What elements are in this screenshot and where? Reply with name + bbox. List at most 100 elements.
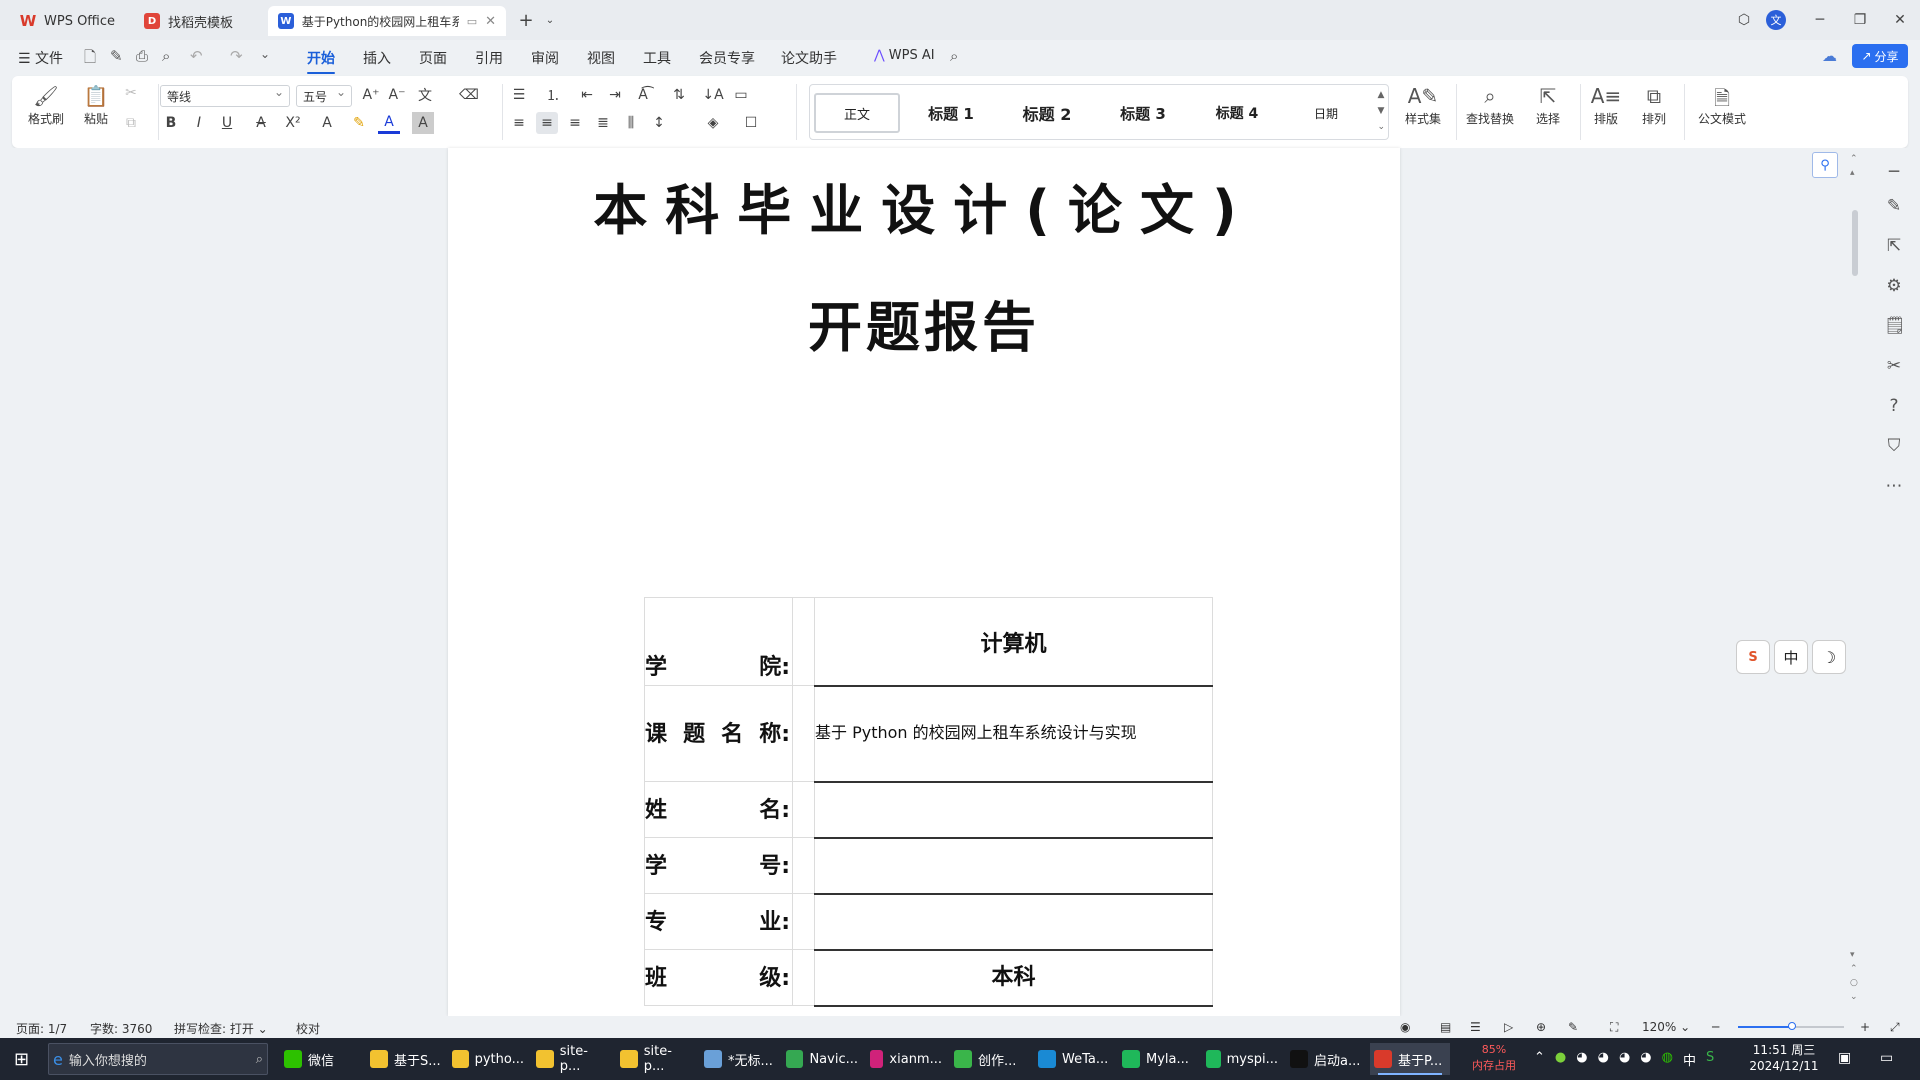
shrink-font-icon[interactable]: A⁻ — [386, 84, 408, 106]
minimize-icon[interactable]: ─ — [1808, 8, 1832, 32]
tray-chevron-icon[interactable]: ⌃ — [1534, 1050, 1545, 1069]
value-major[interactable] — [814, 893, 1213, 951]
font-size-select[interactable]: 五号 — [296, 85, 352, 107]
search-icon[interactable]: ⌕ — [950, 47, 958, 65]
account-avatar[interactable]: 文 — [1766, 10, 1786, 30]
menu-membership[interactable]: 会员专享 — [699, 48, 755, 68]
shirt-icon[interactable]: ⛉ — [1884, 436, 1904, 456]
tools-icon[interactable]: ✂ — [1884, 356, 1904, 376]
spell-check-status[interactable]: 拼写检查: 打开 ⌄ — [174, 1020, 268, 1037]
superscript-icon[interactable]: X² — [282, 112, 304, 134]
start-button[interactable]: ⊞ — [10, 1043, 33, 1075]
select-button[interactable]: ⇱ 选择 — [1526, 84, 1570, 127]
tray-ime-label[interactable]: 中 — [1683, 1050, 1696, 1069]
pen-view-icon[interactable]: ✎ — [1568, 1020, 1578, 1034]
redo-icon[interactable]: ↷ — [230, 47, 243, 65]
fit-page-icon[interactable]: ⛶ — [1610, 1020, 1618, 1035]
file-menu[interactable]: ☰ 文件 — [18, 48, 63, 68]
restore-icon[interactable]: ❐ — [1848, 8, 1872, 32]
cube-icon[interactable]: ⬡ — [1732, 8, 1756, 32]
tray-qq-icon-2[interactable]: ◕ — [1598, 1050, 1609, 1069]
value-name[interactable] — [814, 781, 1213, 839]
style-heading-3[interactable]: 标题 3 — [1098, 93, 1188, 133]
taskbar-app-folder-3[interactable]: site-p... — [532, 1043, 612, 1075]
italic-icon[interactable]: I — [188, 112, 210, 134]
tray-qq-icon-4[interactable]: ◕ — [1640, 1050, 1651, 1069]
menu-view[interactable]: 视图 — [587, 48, 615, 68]
new-tab-button[interactable]: + — [514, 8, 538, 32]
font-color-icon[interactable]: A — [378, 112, 400, 134]
style-heading-1[interactable]: 标题 1 — [906, 93, 996, 133]
pen-icon[interactable]: ✎ — [1884, 196, 1904, 216]
cursor-select-icon[interactable]: ⇱ — [1884, 236, 1904, 256]
style-date[interactable]: 日期 — [1286, 93, 1366, 133]
paste-button[interactable]: 📋 粘贴 — [76, 84, 116, 127]
show-marks-icon[interactable]: ▭ — [730, 84, 752, 106]
cloud-sync-icon[interactable]: ☁ — [1822, 47, 1837, 65]
tray-qq-icon-3[interactable]: ◕ — [1619, 1050, 1630, 1069]
vertical-scrollbar-thumb[interactable] — [1852, 210, 1858, 276]
proofread-button[interactable]: 校对 — [296, 1020, 320, 1037]
text-direction-icon[interactable]: A͡ — [632, 84, 654, 106]
phonetic-icon[interactable]: 文 — [414, 84, 436, 106]
strikethrough-icon[interactable]: A — [250, 112, 272, 134]
menu-review[interactable]: 审阅 — [531, 48, 559, 68]
tray-wechat-icon[interactable]: ◍ — [1662, 1050, 1673, 1069]
more-icon[interactable]: ⋯ — [1884, 476, 1904, 496]
page-count[interactable]: 页面: 1/7 — [16, 1020, 67, 1037]
adjust-icon[interactable]: ⚙ — [1884, 276, 1904, 296]
taskbar-app-idea[interactable]: xianm... — [866, 1043, 946, 1075]
menu-references[interactable]: 引用 — [475, 48, 503, 68]
close-window-icon[interactable]: ✕ — [1888, 8, 1912, 32]
style-heading-4[interactable]: 标题 4 — [1192, 93, 1282, 133]
taskbar-app-navicat[interactable]: Navic... — [782, 1043, 862, 1075]
menu-insert[interactable]: 插入 — [363, 48, 391, 68]
ime-chinese-toggle[interactable]: 中 — [1774, 640, 1808, 674]
open-icon[interactable]: ✎ — [110, 47, 123, 65]
info-table[interactable]: 学院: 计算机 课题名称: 基于 Python 的校园网上租车系统设计与实现 姓… — [644, 597, 1213, 1007]
menu-page[interactable]: 页面 — [419, 48, 447, 68]
action-center-icon[interactable]: ▣ — [1838, 1050, 1851, 1066]
value-college[interactable]: 计算机 — [814, 597, 1213, 687]
shading-icon[interactable]: ◈ — [702, 112, 724, 134]
share-button[interactable]: ↗ 分享 — [1852, 44, 1908, 68]
clock[interactable]: 11:51 周三 2024/12/11 — [1744, 1042, 1824, 1074]
bullet-list-icon[interactable]: ☰ — [508, 84, 530, 106]
outline-view-icon[interactable]: ☰ — [1470, 1020, 1481, 1034]
taskbar-app-folder-2[interactable]: pytho... — [448, 1043, 528, 1075]
page-view-icon[interactable]: ▤ — [1440, 1020, 1451, 1034]
zoom-slider-handle[interactable] — [1788, 1022, 1796, 1030]
tab-current-document[interactable]: W 基于Python的校园网上租车系 ▭ ✕ — [268, 6, 506, 36]
word-count[interactable]: 字数: 3760 — [90, 1020, 152, 1037]
zoom-in-icon[interactable]: + — [1860, 1020, 1870, 1034]
chevron-down-icon[interactable]: ⌄ — [538, 8, 562, 32]
undo-icon[interactable]: ↶ — [190, 47, 203, 65]
increase-indent-icon[interactable]: ⇥ — [604, 84, 626, 106]
distributed-icon[interactable]: ⫼ — [620, 112, 642, 134]
text-effect-icon[interactable]: A — [316, 112, 338, 134]
tab-docer-templates[interactable]: D 找稻壳模板 — [134, 6, 262, 36]
official-doc-mode-button[interactable]: 🗎 公文模式 — [1692, 84, 1752, 127]
wps-ai-button[interactable]: ⋀ WPS AI — [874, 48, 935, 63]
bold-icon[interactable]: B — [160, 112, 182, 134]
menu-home[interactable]: 开始 — [307, 48, 335, 74]
taskbar-app-wps[interactable]: 基于P... — [1370, 1043, 1450, 1075]
arrange-button[interactable]: ⧉ 排列 — [1634, 84, 1674, 127]
border-icon[interactable]: ☐ — [740, 112, 762, 134]
align-right-icon[interactable]: ≡ — [564, 112, 586, 134]
fullscreen-icon[interactable]: ⤢ — [1890, 1020, 1900, 1035]
underline-icon[interactable]: U — [216, 112, 238, 134]
taskbar-search[interactable]: e 输入你想搜的 ⌕ — [48, 1043, 268, 1075]
notification-icon[interactable]: ▭ — [1880, 1050, 1893, 1066]
help-icon[interactable]: ? — [1884, 396, 1904, 416]
find-replace-button[interactable]: ⌕ 查找替换 — [1458, 84, 1522, 127]
grow-font-icon[interactable]: A⁺ — [360, 84, 382, 106]
cut-icon[interactable]: ✂ — [120, 82, 142, 104]
memory-usage[interactable]: 85% 内存占用 — [1462, 1042, 1526, 1074]
taskbar-app-folder-1[interactable]: 基于S... — [366, 1043, 446, 1075]
play-icon[interactable]: ▷ — [1504, 1020, 1513, 1034]
zoom-out-icon[interactable]: ─ — [1712, 1020, 1719, 1034]
tray-app-icon[interactable]: ● — [1555, 1050, 1566, 1069]
taskbar-app-terminal[interactable]: 启动a... — [1286, 1043, 1366, 1075]
style-gallery-scroll[interactable]: ▲ ▼ ⌄ — [1377, 87, 1385, 135]
